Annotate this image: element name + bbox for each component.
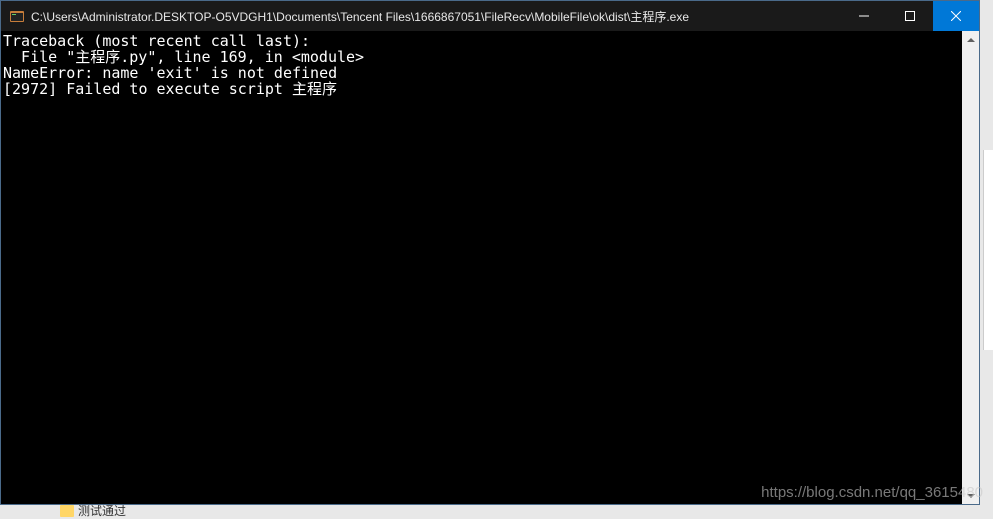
scroll-up-button[interactable] (962, 31, 979, 48)
minimize-button[interactable] (841, 1, 887, 31)
console-output[interactable]: Traceback (most recent call last): File … (1, 31, 962, 504)
maximize-button[interactable] (887, 1, 933, 31)
app-icon (9, 8, 25, 24)
console-window: C:\Users\Administrator.DESKTOP-O5VDGH1\D… (0, 0, 980, 505)
folder-icon (60, 505, 74, 517)
console-body: Traceback (most recent call last): File … (1, 31, 979, 504)
close-button[interactable] (933, 1, 979, 31)
window-title: C:\Users\Administrator.DESKTOP-O5VDGH1\D… (31, 8, 841, 25)
titlebar[interactable]: C:\Users\Administrator.DESKTOP-O5VDGH1\D… (1, 1, 979, 31)
window-controls (841, 1, 979, 31)
background-panel (983, 150, 993, 350)
scroll-down-button[interactable] (962, 487, 979, 504)
vertical-scrollbar[interactable] (962, 31, 979, 504)
console-line: [2972] Failed to execute script 主程序 (3, 80, 337, 98)
